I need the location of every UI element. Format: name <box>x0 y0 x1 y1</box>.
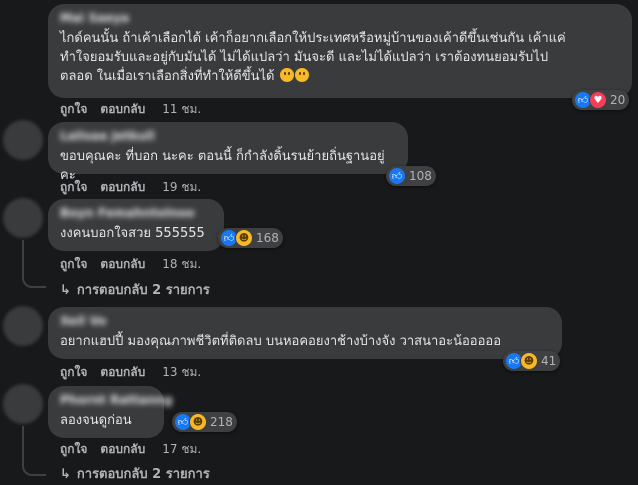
reply-button[interactable]: ตอบกลับ <box>100 363 145 382</box>
reaction-summary[interactable]: 👍︎ ☻ 41 <box>503 351 561 371</box>
comment-actions: ถูกใจ ตอบกลับ 11 ชม. <box>60 100 201 119</box>
comment-actions: ถูกใจ ตอบกลับ 13 ชม. <box>60 363 201 382</box>
haha-reaction-icon: ☻ <box>520 352 538 370</box>
comment-author[interactable]: Boyn Femahntolnoo <box>60 206 212 220</box>
comment-author[interactable]: Phornt Rattanng <box>60 393 173 407</box>
avatar[interactable] <box>3 384 43 424</box>
thread-connector <box>22 274 46 288</box>
comment-bubble[interactable]: Phornt Rattanng ลองจนดูก่อน <box>48 386 173 438</box>
reaction-summary[interactable]: 👍︎ ☻ 218 <box>172 412 237 432</box>
reply-button[interactable]: ตอบกลับ <box>100 178 145 197</box>
comment-bubble[interactable]: Boyn Femahntolnoo งงคนบอกใจสวย 555555 <box>48 199 224 251</box>
like-reaction-icon: 👍︎ <box>388 167 406 185</box>
reply-button[interactable]: ตอบกลับ <box>100 100 145 119</box>
thinking-face-icon <box>294 68 309 82</box>
love-reaction-icon: ♥ <box>589 91 607 109</box>
comment-text: งงคนบอกใจสวย 555555 <box>60 226 205 241</box>
comment-actions: ถูกใจ ตอบกลับ 17 ชม. <box>60 440 201 459</box>
reply-arrow-icon: ↳ <box>60 467 71 482</box>
avatar[interactable] <box>3 198 43 238</box>
reaction-count: 218 <box>210 415 233 429</box>
reply-button[interactable]: ตอบกลับ <box>100 255 145 274</box>
comment-actions: ถูกใจ ตอบกลับ 19 ชม. <box>60 178 201 197</box>
comment-bubble[interactable]: Lalisaa Jetkull ขอบคุณคะ ที่บอก นะคะ ตอน… <box>48 122 408 183</box>
comment-timestamp[interactable]: 17 ชม. <box>162 440 201 459</box>
comment-author[interactable]: Mai Saeya <box>60 11 620 25</box>
reaction-count: 41 <box>541 354 557 368</box>
reaction-summary[interactable]: 👍︎ ☻ 168 <box>218 228 283 248</box>
comment-timestamp[interactable]: 13 ชม. <box>162 363 201 382</box>
thread-connector <box>22 462 46 476</box>
comment-actions: ถูกใจ ตอบกลับ 18 ชม. <box>60 255 201 274</box>
thread-line <box>22 426 24 462</box>
comment-timestamp[interactable]: 19 ชม. <box>162 178 201 197</box>
reaction-count: 168 <box>256 231 279 245</box>
reply-button[interactable]: ตอบกลับ <box>100 440 145 459</box>
comment-author[interactable]: Lalisaa Jetkull <box>60 129 396 143</box>
comment-bubble[interactable]: Mai Saeya ไกด์คนนั้น ถ้าเค้าเลือกได้ เค้… <box>48 4 632 98</box>
haha-reaction-icon: ☻ <box>189 413 207 431</box>
like-button[interactable]: ถูกใจ <box>60 255 87 274</box>
comment-timestamp[interactable]: 11 ชม. <box>162 100 201 119</box>
reaction-summary[interactable]: 👍︎ ♥ 20 <box>572 90 630 110</box>
comment-timestamp[interactable]: 18 ชม. <box>162 255 201 274</box>
like-button[interactable]: ถูกใจ <box>60 440 87 459</box>
comment-text: ไกด์คนนั้น ถ้าเค้าเลือกได้ เค้าก็อยากเลื… <box>60 31 566 84</box>
view-replies-link[interactable]: ↳ การตอบกลับ 2 รายการ <box>60 463 210 484</box>
reaction-count: 20 <box>610 93 626 107</box>
haha-reaction-icon: ☻ <box>235 229 253 247</box>
reaction-count: 108 <box>409 169 432 183</box>
like-button[interactable]: ถูกใจ <box>60 100 87 119</box>
reaction-summary[interactable]: 👍︎ 108 <box>386 166 436 186</box>
reply-arrow-icon: ↳ <box>60 283 71 298</box>
thread-line <box>22 240 24 274</box>
like-button[interactable]: ถูกใจ <box>60 178 87 197</box>
comment-bubble[interactable]: Xeil Vo อยากแฮปปี้ มองคุณภาพชีวิตที่ติดล… <box>48 307 562 359</box>
thinking-face-icon <box>279 68 294 82</box>
comment-text: อยากแฮปปี้ มองคุณภาพชีวิตที่ติดลบ บนหอคอ… <box>60 334 502 349</box>
like-button[interactable]: ถูกใจ <box>60 363 87 382</box>
avatar[interactable] <box>3 120 43 160</box>
avatar[interactable] <box>3 306 43 346</box>
comment-text: ลองจนดูก่อน <box>60 413 132 428</box>
comment-author[interactable]: Xeil Vo <box>60 314 550 328</box>
view-replies-link[interactable]: ↳ การตอบกลับ 2 รายการ <box>60 279 210 300</box>
